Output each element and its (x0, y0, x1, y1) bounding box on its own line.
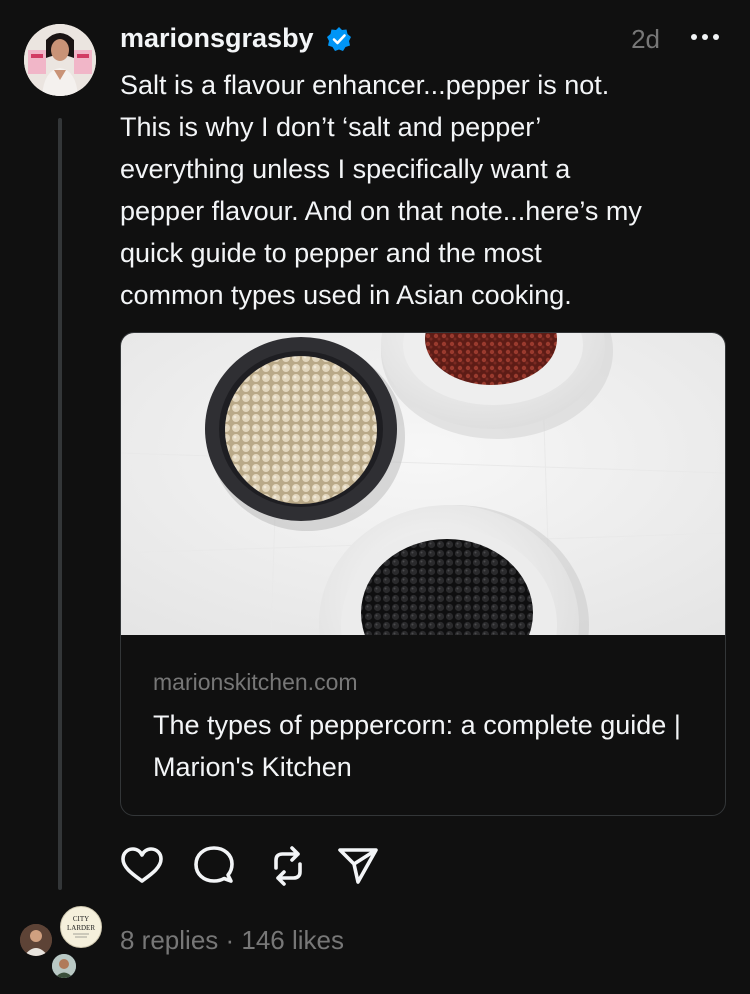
author-avatar[interactable] (24, 24, 96, 96)
replier-avatar (20, 924, 52, 956)
username[interactable]: marionsgrasby (120, 23, 314, 54)
post-stats[interactable]: 8 replies · 146 likes (120, 925, 344, 956)
thread-line (58, 118, 62, 890)
more-options-icon[interactable] (686, 24, 724, 50)
share-icon[interactable] (336, 844, 380, 888)
link-preview-card[interactable]: marionskitchen.com The types of pepperco… (120, 332, 726, 816)
post-time: 2d (631, 24, 660, 54)
replier-avatars[interactable]: CITY LARDER (18, 904, 108, 980)
link-preview-image (121, 333, 725, 635)
link-domain: marionskitchen.com (153, 669, 358, 695)
post-header: marionsgrasby 2d (120, 20, 726, 60)
verified-badge-icon (327, 27, 351, 51)
replier-avatar (52, 954, 76, 978)
like-icon[interactable] (120, 844, 164, 888)
post-text: Salt is a flavour enhancer...pepper is n… (120, 70, 642, 310)
svg-text:CITY: CITY (73, 915, 89, 923)
link-title: The types of peppercorn: a complete guid… (153, 710, 681, 782)
comment-icon[interactable] (192, 844, 236, 888)
repost-icon[interactable] (266, 844, 310, 888)
post-actions (120, 844, 420, 888)
city-larder-logo: CITY LARDER (60, 906, 102, 948)
svg-text:LARDER: LARDER (67, 924, 95, 932)
